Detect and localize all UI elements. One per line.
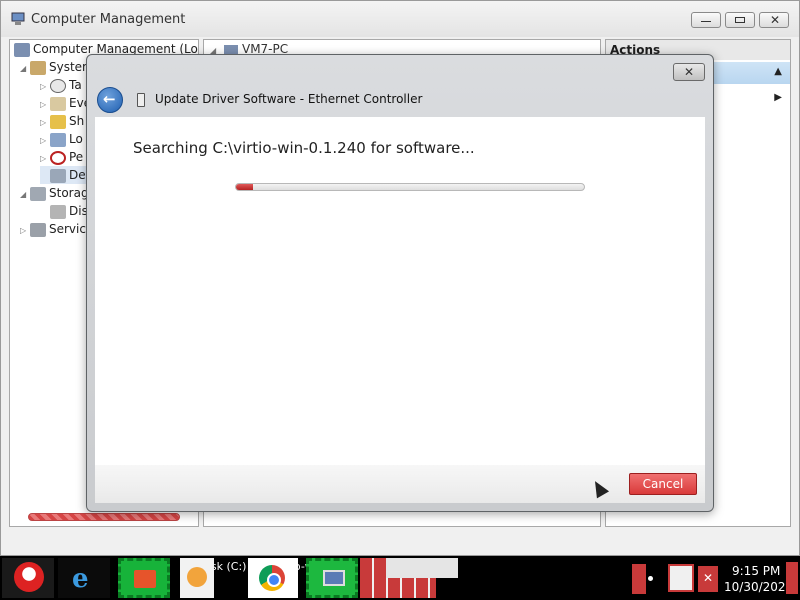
horizontal-scrollbar[interactable]	[28, 513, 180, 521]
media-player-icon	[187, 567, 207, 587]
dialog-footer: Cancel	[95, 465, 705, 503]
folder-icon	[50, 114, 66, 129]
taskbar-internet-explorer[interactable]: e	[58, 558, 110, 598]
tree-item-system-tools[interactable]: ◢ System	[20, 58, 94, 76]
more-actions-arrow-icon[interactable]: ▶	[774, 92, 782, 103]
users-icon	[50, 132, 66, 147]
taskbar-file-explorer[interactable]	[118, 558, 170, 598]
taskbar: e cal Disk (C:) rtio-w ✕ 9:15 PM 10/30/2…	[0, 556, 800, 600]
network-icon[interactable]	[668, 564, 694, 592]
event-viewer-icon	[50, 96, 66, 111]
progress-fill	[236, 184, 254, 190]
device-manager-icon	[50, 168, 66, 183]
taskbar-window-thumbnail[interactable]	[386, 558, 458, 578]
progress-bar	[235, 183, 585, 191]
close-icon: ✕	[683, 65, 695, 79]
taskbar-computer-management[interactable]	[306, 558, 358, 598]
performance-icon	[50, 150, 66, 165]
start-button[interactable]	[2, 558, 54, 598]
minimize-button[interactable]	[691, 12, 721, 28]
back-arrow-icon: ←	[103, 90, 116, 108]
tree-item-storage[interactable]: ◢ Storag	[20, 184, 89, 202]
title-bar[interactable]: Computer Management ✕	[1, 1, 799, 37]
window-title: Computer Management	[31, 12, 186, 27]
tree-item-services[interactable]: ▷ Service	[20, 220, 93, 238]
tree-item-disk-management[interactable]: Dis	[40, 202, 88, 220]
minimize-icon	[701, 21, 711, 23]
storage-icon	[30, 186, 46, 201]
tree-item-shared-folders[interactable]: ▷ Sh	[40, 112, 84, 130]
maximize-icon	[735, 17, 745, 23]
show-desktop-button[interactable]	[786, 562, 798, 594]
clock-time[interactable]: 9:15 PM	[732, 564, 780, 578]
computer-management-icon	[11, 12, 25, 26]
computer-icon	[14, 42, 30, 57]
device-icon	[137, 93, 145, 107]
expand-arrow-icon[interactable]: ▷	[20, 222, 30, 240]
update-driver-dialog: ✕ ← Update Driver Software - Ethernet Co…	[86, 54, 714, 512]
maximize-button[interactable]	[725, 12, 755, 28]
tray-overflow-button[interactable]	[632, 564, 646, 594]
tree-item-task-scheduler[interactable]: ▷ Ta	[40, 76, 82, 94]
clock-date[interactable]: 10/30/2024	[724, 580, 793, 594]
expand-arrow-icon[interactable]: ◢	[20, 186, 30, 204]
disk-icon	[50, 204, 66, 219]
computer-icon	[223, 44, 238, 55]
start-orb-icon	[14, 562, 44, 592]
tray-indicator-icon	[648, 576, 653, 581]
close-button[interactable]: ✕	[759, 12, 789, 28]
collapse-up-icon[interactable]: ▲	[774, 66, 782, 77]
dialog-content: Searching C:\virtio-win-0.1.240 for soft…	[95, 117, 705, 465]
computer-icon	[323, 570, 345, 586]
cancel-button[interactable]: Cancel	[629, 473, 697, 495]
tree-item-local-users[interactable]: ▷ Lo	[40, 130, 83, 148]
back-button[interactable]: ←	[97, 87, 123, 113]
volume-button[interactable]: ✕	[698, 566, 718, 592]
services-icon	[30, 222, 46, 237]
tree-item-performance[interactable]: ▷ Pe	[40, 148, 83, 166]
tree-item-event-viewer[interactable]: ▷ Eve	[40, 94, 91, 112]
tools-icon	[30, 60, 46, 75]
volume-muted-icon: ✕	[703, 571, 714, 585]
close-icon: ✕	[770, 13, 781, 27]
clock-icon	[50, 78, 66, 93]
dialog-title: Update Driver Software - Ethernet Contro…	[155, 92, 423, 106]
taskbar-media-player[interactable]	[180, 558, 214, 598]
expand-arrow-icon[interactable]: ◢	[20, 60, 30, 78]
search-status-text: Searching C:\virtio-win-0.1.240 for soft…	[133, 139, 475, 157]
dialog-close-button[interactable]: ✕	[673, 63, 705, 81]
internet-explorer-icon: e	[72, 564, 89, 594]
folder-icon	[134, 570, 156, 588]
